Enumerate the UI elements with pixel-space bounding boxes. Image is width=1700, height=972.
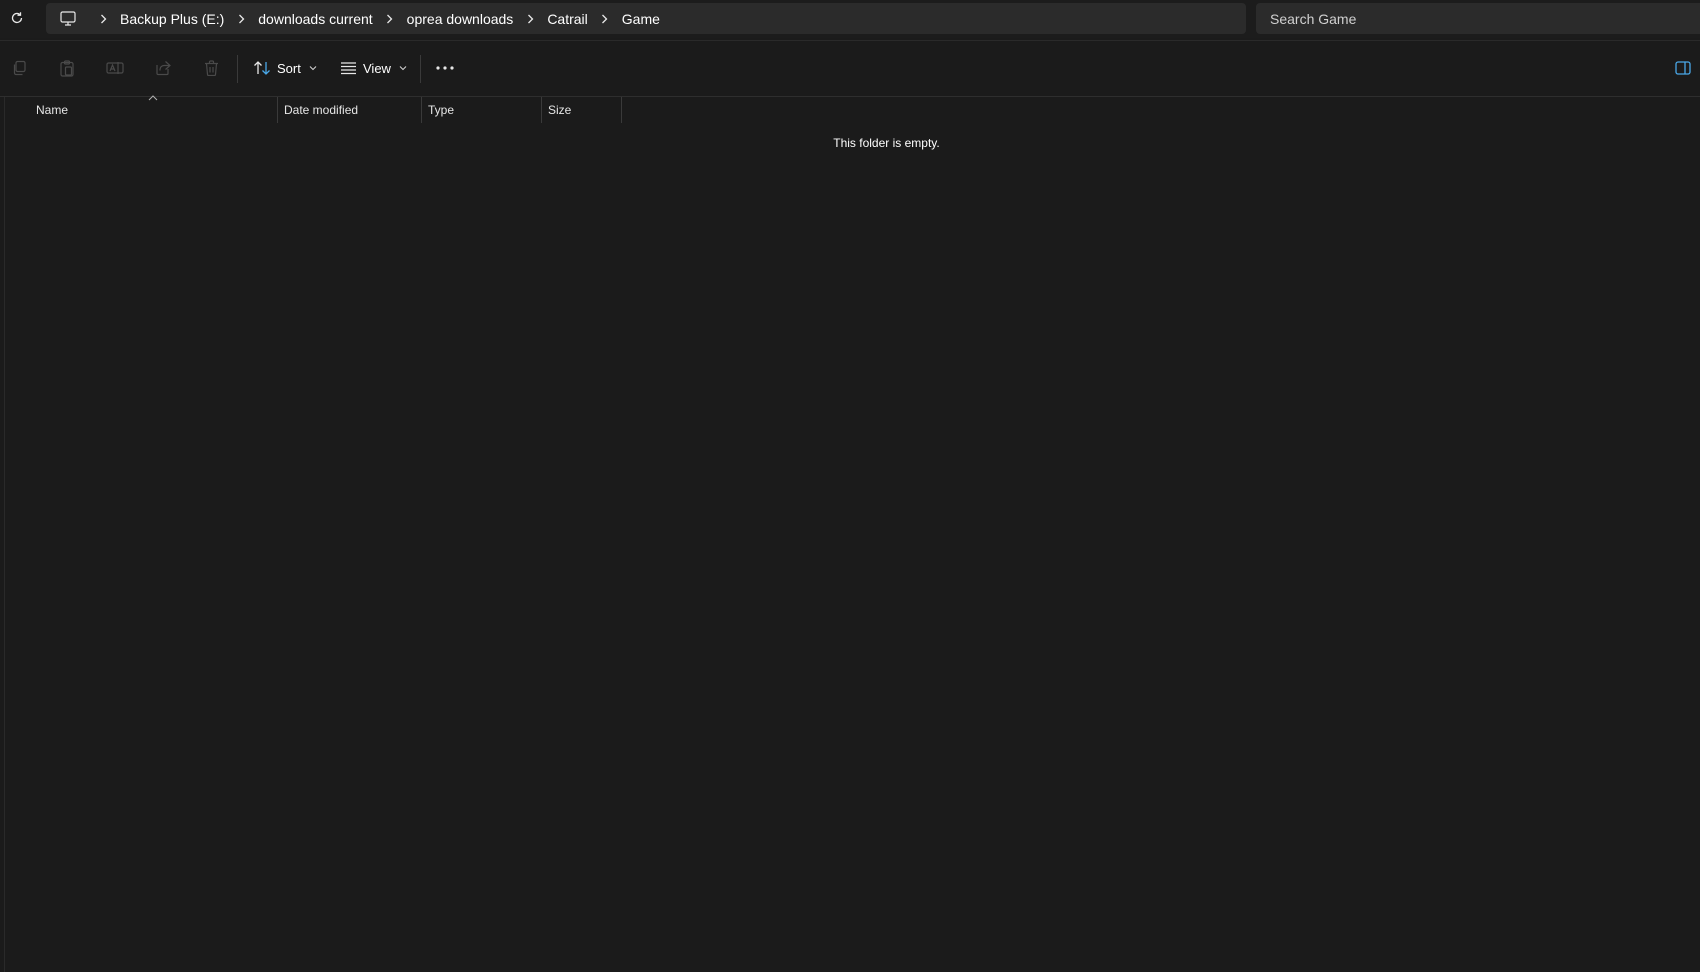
delete-icon[interactable] (200, 57, 222, 79)
column-header-size[interactable]: Size (548, 97, 620, 123)
column-header-label: Type (428, 103, 455, 117)
chevron-right-icon[interactable] (588, 9, 622, 29)
column-header-date-modified[interactable]: Date modified (284, 97, 420, 123)
column-header-label: Size (548, 103, 572, 117)
refresh-button[interactable] (6, 6, 28, 30)
chevron-right-icon[interactable] (513, 9, 547, 29)
command-bar: Sort View (0, 41, 1700, 96)
details-pane-button[interactable] (1674, 59, 1692, 77)
sort-ascending-icon (148, 95, 158, 101)
refresh-icon (11, 12, 23, 24)
toolbar-separator (420, 55, 421, 83)
breadcrumb-item-oprea-downloads[interactable]: oprea downloads (407, 11, 514, 27)
computer-icon[interactable] (60, 11, 76, 26)
chevron-right-icon[interactable] (224, 9, 258, 29)
chevron-down-icon (309, 66, 317, 71)
column-divider[interactable] (421, 97, 422, 123)
chevron-down-icon (399, 66, 407, 71)
column-divider[interactable] (621, 97, 622, 123)
chevron-right-icon[interactable] (86, 9, 120, 29)
sort-label: Sort (277, 60, 301, 76)
address-bar[interactable]: Backup Plus (E:) downloads current oprea… (46, 3, 1246, 34)
column-header-label: Date modified (284, 103, 359, 117)
column-header-label: Name (36, 103, 69, 117)
pane-border (4, 97, 5, 972)
rename-icon[interactable] (104, 57, 126, 79)
copy-icon[interactable] (8, 57, 30, 79)
toolbar-separator (237, 55, 238, 83)
column-header-type[interactable]: Type (428, 97, 540, 123)
empty-folder-message-row: This folder is empty. (0, 136, 1700, 150)
chevron-right-icon[interactable] (373, 9, 407, 29)
sort-icon (254, 61, 270, 75)
breadcrumb-item-game[interactable]: Game (622, 11, 660, 27)
view-label: View (363, 60, 391, 76)
sort-button[interactable]: Sort (253, 56, 317, 80)
column-divider[interactable] (541, 97, 542, 123)
empty-folder-message: This folder is empty. (833, 136, 940, 150)
breadcrumb-item-catrail[interactable]: Catrail (547, 11, 587, 27)
breadcrumb-item-backup-plus[interactable]: Backup Plus (E:) (120, 11, 224, 27)
search-input[interactable]: Search Game (1256, 3, 1700, 34)
more-options-icon[interactable] (433, 57, 457, 79)
details-pane-icon (1675, 61, 1691, 75)
view-button[interactable]: View (340, 56, 407, 80)
view-list-icon (341, 62, 356, 75)
title-bar: Backup Plus (E:) downloads current oprea… (0, 0, 1700, 38)
column-divider[interactable] (277, 97, 278, 123)
breadcrumb-item-downloads-current[interactable]: downloads current (258, 11, 372, 27)
paste-icon[interactable] (56, 57, 78, 79)
search-placeholder: Search Game (1270, 10, 1357, 27)
share-icon[interactable] (152, 57, 174, 79)
